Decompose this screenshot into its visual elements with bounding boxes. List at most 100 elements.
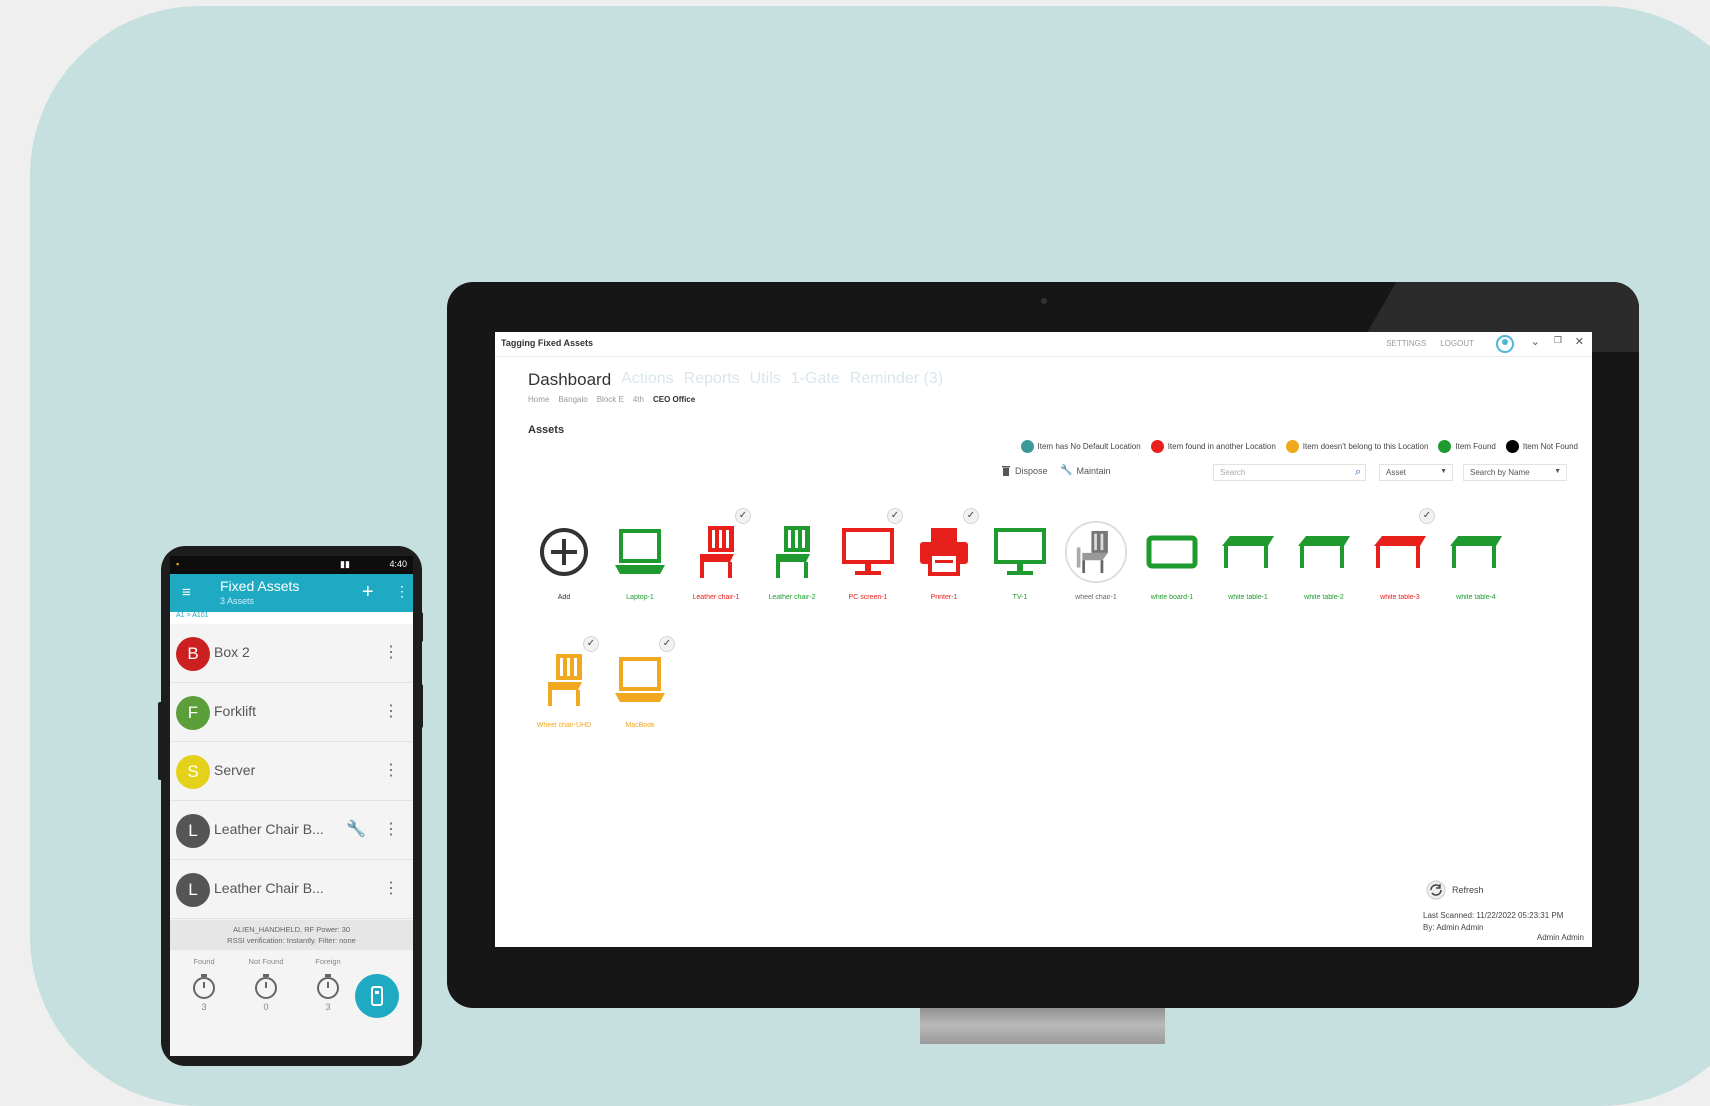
legend-not-belong: Item doesn't belong to this Location (1285, 440, 1428, 453)
asset-white-table-2[interactable]: white table-2 (1286, 508, 1362, 608)
settings-link[interactable]: SETTINGS (1386, 339, 1426, 348)
tab-reminder[interactable]: Reminder (3) (850, 370, 943, 390)
add-icon (532, 520, 596, 584)
list-item[interactable]: F Forklift ⋮ (170, 683, 413, 742)
user-profile-icon[interactable] (1494, 334, 1516, 354)
app-title: Tagging Fixed Assets (501, 338, 594, 348)
asset-name: white table-4 (1456, 594, 1496, 601)
legend-no-default: Item has No Default Location (1020, 440, 1141, 453)
monitor-icon (836, 520, 900, 584)
breadcrumb-block[interactable]: Block E (597, 395, 624, 404)
status-time: 4:40 (389, 559, 407, 569)
wrench-icon[interactable]: 🔧 (346, 819, 366, 839)
more-vert-icon[interactable]: ⋮ (383, 819, 399, 839)
asset-wheel-chair-1[interactable]: wheel chair-1 (1058, 508, 1134, 608)
tab-reports[interactable]: Reports (684, 370, 740, 390)
stat-foreign: Foreign 3 (298, 957, 358, 1012)
asset-white-table-1[interactable]: white table-1 (1210, 508, 1286, 608)
asset-leather-chair-1[interactable]: ✓ Leather chair-1 (678, 508, 754, 608)
assets-grid-row-2: ✓ Wheel chair-UHD ✓ MacBook (526, 636, 678, 736)
search-icon[interactable]: ⌕ (1355, 466, 1361, 479)
reader-info-line: ALIEN_HANDHELD, RF Power: 30 (232, 925, 351, 934)
asset-name: white table-2 (1304, 594, 1344, 601)
close-icon[interactable]: ✕ (1575, 335, 1584, 348)
scan-stats: Found 3 Not Found 0 Foreign 3 (170, 951, 413, 1056)
asset-white-board-1[interactable]: white board-1 (1134, 508, 1210, 608)
asset-name: white table-3 (1380, 594, 1420, 601)
breadcrumb-floor[interactable]: 4th (633, 395, 644, 404)
stat-label: Not Found (248, 957, 284, 966)
asset-toolbar: Dispose 🔧 Maintain Search ⌕ Asset ▼ Sear… (495, 464, 1592, 484)
search-by-select[interactable]: Search by Name ▼ (1463, 464, 1567, 481)
current-user: Admin Admin (1536, 933, 1584, 942)
asset-name: Leather chair-2 (768, 594, 816, 601)
breadcrumb: Home Bangalo Block E 4th CEO Office (528, 395, 695, 404)
list-item[interactable]: L Leather Chair B... 🔧 ⋮ (170, 801, 413, 860)
list-item[interactable]: S Server ⋮ (170, 742, 413, 801)
breadcrumb-site[interactable]: Bangalo (558, 395, 587, 404)
search-input[interactable]: Search ⌕ (1213, 464, 1366, 481)
asset-wheel-chair-uhd[interactable]: ✓ Wheel chair-UHD (526, 636, 602, 736)
list-item-label: Leather Chair B... (214, 821, 324, 837)
tab-utils[interactable]: Utils (750, 370, 781, 390)
dispose-button[interactable]: Dispose (1001, 465, 1048, 476)
tab-actions[interactable]: Actions (621, 370, 673, 390)
search-placeholder: Search (1220, 468, 1246, 477)
asset-printer-1[interactable]: ✓ Printer-1 (906, 508, 982, 608)
chair-icon (532, 648, 596, 712)
search-by-value: Search by Name (1470, 468, 1530, 477)
asset-name: Add (557, 594, 571, 601)
asset-macbook[interactable]: ✓ MacBook (602, 636, 678, 736)
asset-list: B Box 2 ⋮ F Forklift ⋮ S Server ⋮ L Leat… (170, 624, 413, 919)
more-vert-icon[interactable]: ⋮ (383, 760, 399, 780)
asset-name: Laptop-1 (626, 594, 654, 601)
tab-dashboard[interactable]: Dashboard (528, 370, 611, 390)
menu-icon[interactable]: ≡ (182, 584, 191, 601)
minimize-icon[interactable]: ⌄ (1531, 335, 1540, 348)
list-item[interactable]: L Leather Chair B... ⋮ (170, 860, 413, 919)
asset-filter-select[interactable]: Asset ▼ (1379, 464, 1453, 481)
logout-link[interactable]: LOGOUT (1440, 339, 1474, 348)
reader-info: ALIEN_HANDHELD, RF Power: 30 RSSI verifi… (170, 920, 413, 950)
maintain-button[interactable]: 🔧 Maintain (1060, 465, 1110, 476)
legend-found: Item Found (1438, 440, 1496, 453)
refresh-button[interactable]: Refresh (1426, 880, 1484, 900)
timer-icon (193, 974, 215, 999)
mobile-phone: ▪ ▮▮ 4:40 ≡ Fixed Assets 3 Assets + ⋮ A1… (161, 546, 422, 1066)
location-path[interactable]: A1 > A101 (170, 612, 413, 624)
asset-add[interactable]: Add (526, 508, 602, 608)
asset-name: MacBook (625, 722, 655, 729)
asset-white-table-4[interactable]: white table-4 (1438, 508, 1514, 608)
table-icon (1444, 520, 1508, 584)
more-vert-icon[interactable]: ⋮ (383, 642, 399, 662)
tab-1-gate[interactable]: 1-Gate (791, 370, 840, 390)
breadcrumb-home[interactable]: Home (528, 395, 549, 404)
avatar: B (176, 637, 210, 671)
scan-fab-button[interactable] (355, 974, 399, 1018)
monitor-camera (1041, 298, 1047, 304)
asset-tv-1[interactable]: TV-1 (982, 508, 1058, 608)
more-vert-icon[interactable]: ⋮ (383, 701, 399, 721)
avatar: S (176, 755, 210, 789)
asset-white-table-3[interactable]: ✓ white table-3 (1362, 508, 1438, 608)
monitor-icon (988, 520, 1052, 584)
restore-icon[interactable]: ❐ (1554, 335, 1562, 346)
asset-name: Wheel chair-UHD (536, 722, 592, 729)
asset-pc-screen-1[interactable]: ✓ PC screen-1 (830, 508, 906, 608)
stat-label: Found (193, 957, 215, 966)
legend-label: Item Not Found (1522, 442, 1578, 451)
more-vert-icon[interactable]: ⋮ (395, 583, 409, 600)
add-icon[interactable]: + (362, 581, 374, 604)
desktop-monitor: Tagging Fixed Assets SETTINGS LOGOUT ⌄ ❐… (447, 282, 1639, 1008)
legend-label: Item has No Default Location (1037, 442, 1141, 451)
section-title: Assets (528, 424, 565, 436)
stat-value: 0 (263, 1002, 269, 1012)
asset-laptop-1[interactable]: Laptop-1 (602, 508, 678, 608)
list-item[interactable]: B Box 2 ⋮ (170, 624, 413, 683)
more-vert-icon[interactable]: ⋮ (383, 878, 399, 898)
chair-icon (684, 520, 748, 584)
asset-leather-chair-2[interactable]: Leather chair-2 (754, 508, 830, 608)
monitor-stand (920, 1006, 1165, 1044)
legend-label: Item found in another Location (1167, 442, 1276, 451)
legend-dot-green (1438, 440, 1452, 453)
